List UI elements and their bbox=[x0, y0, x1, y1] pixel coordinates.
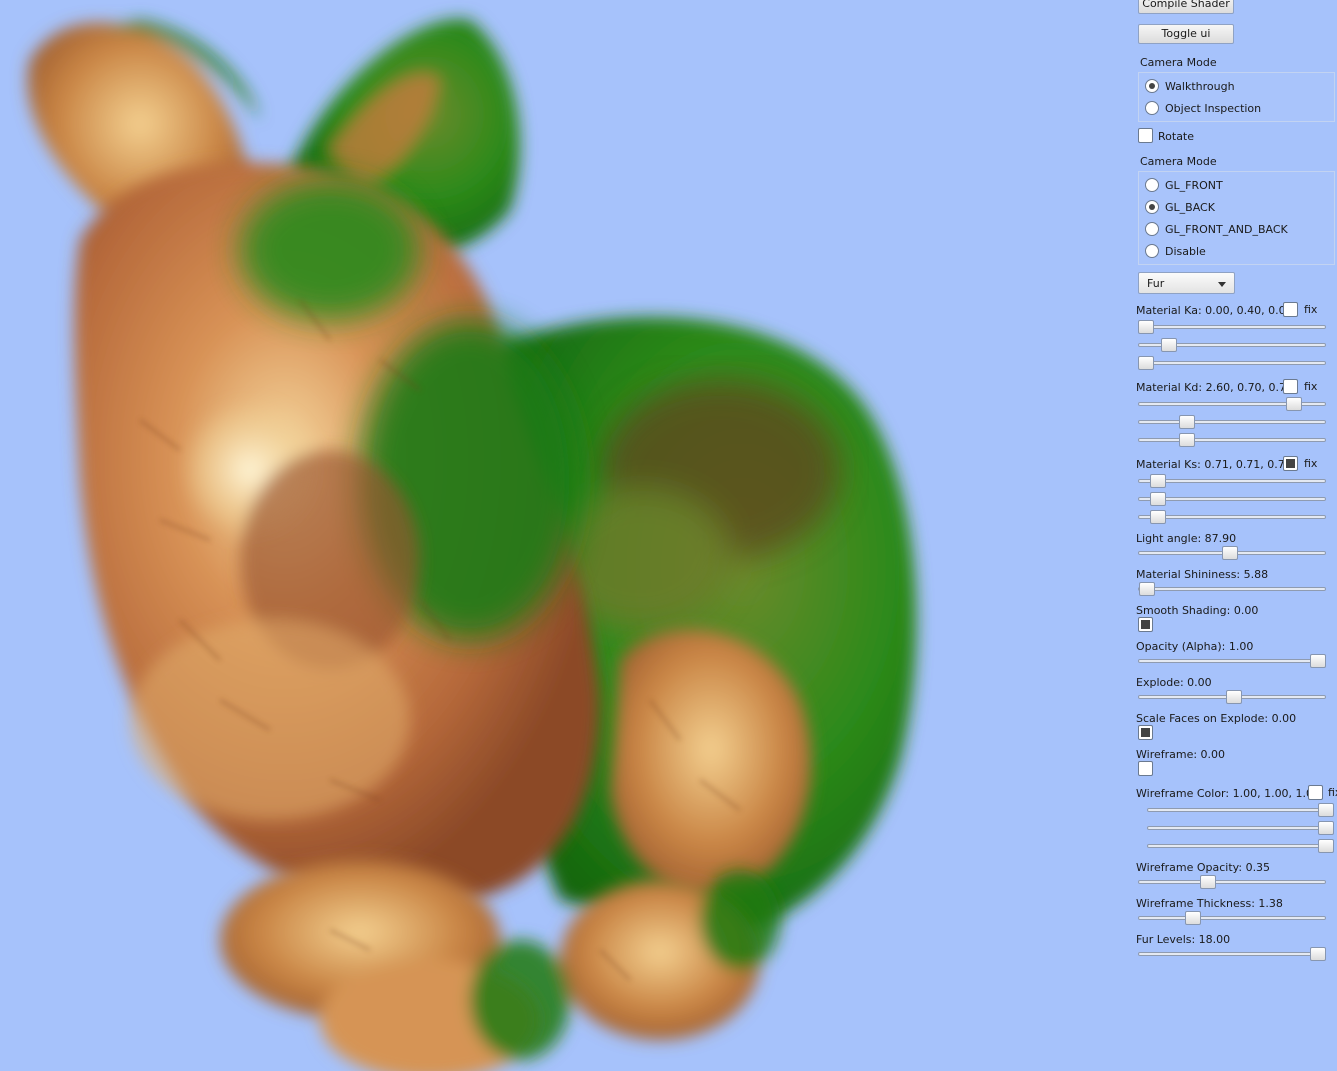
slider-thumb[interactable] bbox=[1309, 654, 1326, 668]
material-ks-label: Material Ks: 0.71, 0.71, 0.71 bbox=[1136, 458, 1292, 471]
slider-thumb[interactable] bbox=[1149, 510, 1166, 524]
wireframe-opacity-label: Wireframe Opacity: 0.35 bbox=[1136, 861, 1271, 874]
light-angle-label: Light angle: 87.90 bbox=[1136, 532, 1237, 545]
radio-label: GL_BACK bbox=[1165, 201, 1215, 214]
render-viewport[interactable] bbox=[0, 0, 1120, 1071]
slider-thumb[interactable] bbox=[1178, 433, 1195, 447]
slider-thumb[interactable] bbox=[1225, 690, 1242, 704]
control-panel: Compile Shader Toggle ui Camera Mode Wal… bbox=[1128, 0, 1337, 1071]
wireframe-color-g-slider[interactable] bbox=[1147, 821, 1334, 835]
material-ka-g-slider[interactable] bbox=[1138, 338, 1326, 352]
fur-bunny-render bbox=[27, 19, 917, 1071]
material-kd-label: Material Kd: 2.60, 0.70, 0.70 bbox=[1136, 381, 1294, 394]
material-kd-fix-label: fix bbox=[1304, 380, 1318, 393]
slider-thumb[interactable] bbox=[1309, 947, 1326, 961]
slider-thumb[interactable] bbox=[1318, 821, 1334, 835]
slider-thumb[interactable] bbox=[1178, 415, 1195, 429]
explode-label: Explode: 0.00 bbox=[1136, 676, 1212, 689]
slider-thumb[interactable] bbox=[1318, 803, 1334, 817]
wireframe-thickness-label: Wireframe Thickness: 1.38 bbox=[1136, 897, 1283, 910]
radio-label: GL_FRONT_AND_BACK bbox=[1165, 223, 1288, 236]
wireframe-color-fix-checkbox[interactable] bbox=[1308, 785, 1323, 800]
material-kd-fix-checkbox[interactable] bbox=[1283, 379, 1298, 394]
wireframe-opacity-slider[interactable] bbox=[1138, 875, 1326, 889]
material-kd-g-slider[interactable] bbox=[1138, 415, 1326, 429]
slider-thumb[interactable] bbox=[1139, 582, 1156, 596]
light-angle-slider[interactable] bbox=[1138, 546, 1326, 560]
radio-button[interactable] bbox=[1145, 178, 1159, 192]
material-ka-fix-label: fix bbox=[1304, 303, 1318, 316]
shader-select-value: Fur bbox=[1147, 277, 1165, 290]
slider-thumb[interactable] bbox=[1161, 338, 1178, 352]
wireframe-color-label: Wireframe Color: 1.00, 1.00, 1.00 bbox=[1136, 787, 1321, 800]
slider-thumb[interactable] bbox=[1199, 875, 1216, 889]
camera-mode-group: Walkthrough Object Inspection bbox=[1138, 72, 1335, 122]
opacity-slider[interactable] bbox=[1138, 654, 1326, 668]
scale-faces-label: Scale Faces on Explode: 0.00 bbox=[1136, 712, 1297, 725]
fur-levels-slider[interactable] bbox=[1138, 947, 1326, 961]
wireframe-checkbox[interactable] bbox=[1138, 761, 1153, 776]
slider-thumb[interactable] bbox=[1149, 492, 1166, 506]
slider-thumb[interactable] bbox=[1138, 356, 1155, 370]
slider-thumb[interactable] bbox=[1138, 320, 1155, 334]
radio-label: GL_FRONT bbox=[1165, 179, 1223, 192]
radio-button[interactable] bbox=[1145, 222, 1159, 236]
material-ks-fix-checkbox[interactable] bbox=[1283, 456, 1298, 471]
cull-mode-group: GL_FRONT GL_BACK GL_FRONT_AND_BACK Disab… bbox=[1138, 171, 1335, 265]
wireframe-color-b-slider[interactable] bbox=[1147, 839, 1334, 853]
material-ks-g-slider[interactable] bbox=[1138, 492, 1326, 506]
wireframe-label: Wireframe: 0.00 bbox=[1136, 748, 1226, 761]
material-ks-r-slider[interactable] bbox=[1138, 474, 1326, 488]
cull-mode-label: Camera Mode bbox=[1140, 155, 1217, 168]
radio-button[interactable] bbox=[1145, 79, 1159, 93]
slider-thumb[interactable] bbox=[1185, 911, 1202, 925]
material-ka-fix-checkbox[interactable] bbox=[1283, 302, 1298, 317]
material-ka-label: Material Ka: 0.00, 0.40, 0.00 bbox=[1136, 304, 1293, 317]
wireframe-thickness-slider[interactable] bbox=[1138, 911, 1326, 925]
radio-label: Disable bbox=[1165, 245, 1206, 258]
toggle-ui-button[interactable]: Toggle ui bbox=[1138, 24, 1234, 44]
fur-levels-label: Fur Levels: 18.00 bbox=[1136, 933, 1231, 946]
compile-shader-button[interactable]: Compile Shader bbox=[1138, 0, 1234, 14]
radio-button[interactable] bbox=[1145, 244, 1159, 258]
radio-button[interactable] bbox=[1145, 200, 1159, 214]
rotate-label: Rotate bbox=[1158, 130, 1195, 143]
radio-button[interactable] bbox=[1145, 101, 1159, 115]
slider-thumb[interactable] bbox=[1286, 397, 1303, 411]
slider-thumb[interactable] bbox=[1222, 546, 1239, 560]
radio-label: Object Inspection bbox=[1165, 102, 1262, 115]
material-shininess-slider[interactable] bbox=[1138, 582, 1326, 596]
material-ka-r-slider[interactable] bbox=[1138, 320, 1326, 334]
material-shininess-label: Material Shininess: 5.88 bbox=[1136, 568, 1269, 581]
slider-thumb[interactable] bbox=[1149, 474, 1166, 488]
scale-faces-checkbox[interactable] bbox=[1138, 725, 1153, 740]
slider-thumb[interactable] bbox=[1318, 839, 1334, 853]
material-ka-b-slider[interactable] bbox=[1138, 356, 1326, 370]
material-kd-r-slider[interactable] bbox=[1138, 397, 1326, 411]
wireframe-color-r-slider[interactable] bbox=[1147, 803, 1334, 817]
rotate-checkbox[interactable] bbox=[1138, 128, 1153, 143]
smooth-shading-label: Smooth Shading: 0.00 bbox=[1136, 604, 1259, 617]
opacity-label: Opacity (Alpha): 1.00 bbox=[1136, 640, 1254, 653]
radio-label: Walkthrough bbox=[1165, 80, 1235, 93]
shader-select-dropdown[interactable]: Fur bbox=[1138, 272, 1235, 294]
material-ks-b-slider[interactable] bbox=[1138, 510, 1326, 524]
chevron-down-icon bbox=[1218, 282, 1226, 287]
wireframe-color-fix-label: fix bbox=[1328, 786, 1337, 799]
material-ks-fix-label: fix bbox=[1304, 457, 1318, 470]
explode-slider[interactable] bbox=[1138, 690, 1326, 704]
material-kd-b-slider[interactable] bbox=[1138, 433, 1326, 447]
smooth-shading-checkbox[interactable] bbox=[1138, 617, 1153, 632]
camera-mode-label: Camera Mode bbox=[1140, 56, 1217, 69]
